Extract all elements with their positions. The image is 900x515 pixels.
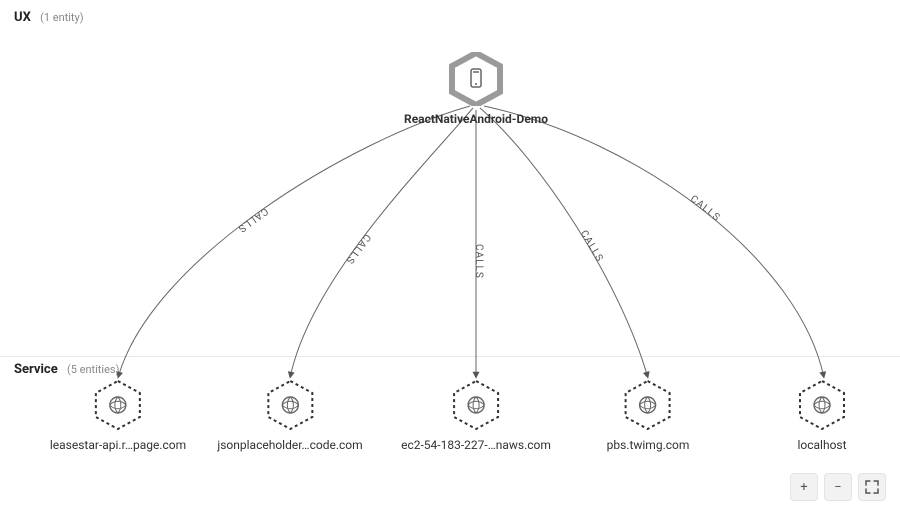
edge-label: CALLS (343, 232, 372, 267)
service-node-hex (795, 378, 849, 432)
edge-label: CALLS (473, 244, 484, 279)
zoom-out-button[interactable]: − (824, 473, 852, 501)
root-node-hex (449, 52, 503, 106)
service-node-label: pbs.twimg.com (607, 438, 690, 452)
edge-calls (480, 108, 648, 378)
edge-label: CALLS (235, 205, 269, 234)
service-node-label: leasestar-api.r…page.com (50, 438, 186, 452)
service-node[interactable]: ec2-54-183-227-…naws.com (401, 378, 551, 452)
zoom-controls: + − (790, 473, 886, 501)
dependency-graph: UX (1 entity) Service (5 entities) CALLS… (0, 0, 900, 515)
service-node-label: localhost (795, 438, 849, 452)
zoom-in-button[interactable]: + (790, 473, 818, 501)
service-node-label: jsonplaceholder…code.com (217, 438, 362, 452)
fit-view-button[interactable] (858, 473, 886, 501)
service-node[interactable]: pbs.twimg.com (607, 378, 690, 452)
service-node-hex (263, 378, 317, 432)
edge-calls (484, 106, 824, 378)
fit-icon (865, 480, 879, 494)
plus-icon: + (800, 480, 807, 495)
service-node-hex (621, 378, 675, 432)
edge-label: CALLS (578, 229, 605, 265)
service-node[interactable]: localhost (795, 378, 849, 452)
service-node-hex (91, 378, 145, 432)
edge-label: CALLS (688, 194, 722, 224)
service-node-hex (449, 378, 503, 432)
edge-calls (118, 106, 470, 378)
minus-icon: − (834, 480, 841, 495)
root-node[interactable]: ReactNativeAndroid-Demo (404, 52, 548, 126)
service-node[interactable]: leasestar-api.r…page.com (50, 378, 186, 452)
root-node-label: ReactNativeAndroid-Demo (404, 112, 548, 126)
service-node-label: ec2-54-183-227-…naws.com (401, 438, 551, 452)
edge-calls (290, 108, 473, 378)
service-node[interactable]: jsonplaceholder…code.com (217, 378, 362, 452)
